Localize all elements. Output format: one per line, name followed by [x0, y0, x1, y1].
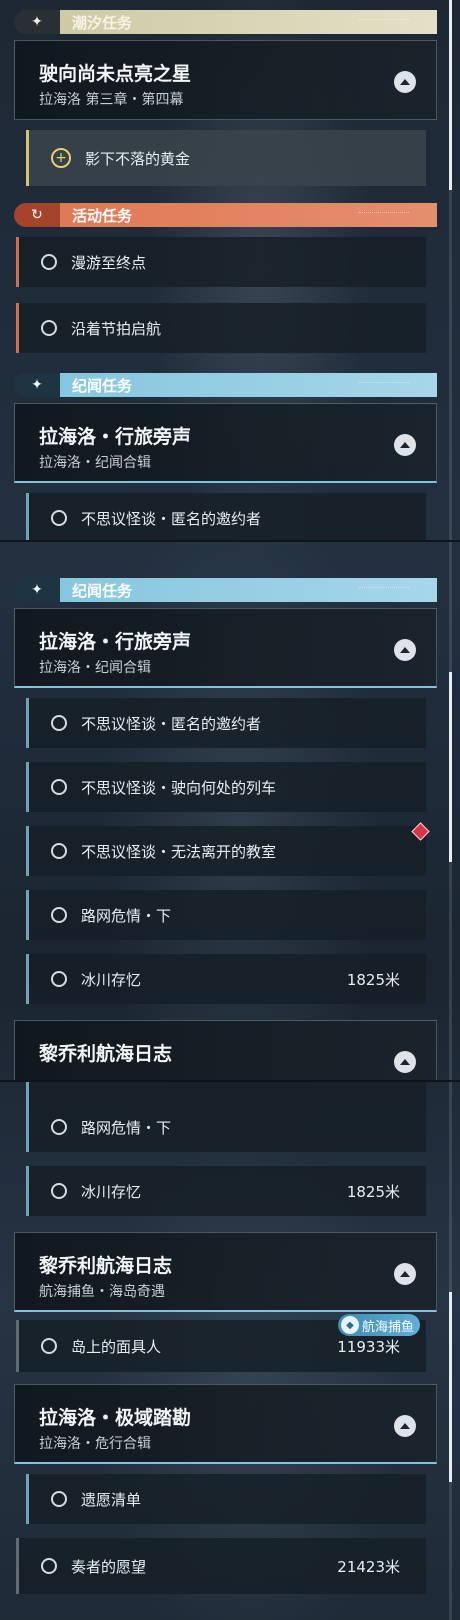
group-title: 拉海洛・极域踏勘 [39, 1407, 192, 1429]
group-subtitle: 拉海洛・纪闻合辑 [39, 660, 151, 676]
group-title: 拉海洛・行旅旁声 [39, 631, 192, 653]
scrollbar[interactable] [449, 542, 452, 1080]
quest-row-active[interactable]: + 影下不落的黄金 [26, 130, 426, 186]
quest-name: 影下不落的黄金 [85, 149, 191, 168]
group-title: 拉海洛・行旅旁声 [39, 426, 192, 448]
circle-icon [51, 510, 67, 526]
quest-name: 奏者的愿望 [71, 1557, 147, 1576]
quest-row[interactable]: 冰川存忆 1825米 [26, 954, 426, 1004]
quest-group-story[interactable]: 拉海洛・行旅旁声 拉海洛・纪闻合辑 [14, 403, 437, 483]
group-subtitle: 拉海洛・危行合辑 [39, 1436, 151, 1452]
quest-distance: 21423米 [337, 1557, 400, 1576]
category-label: 纪闻任务 [60, 373, 437, 397]
quest-name: 岛上的面具人 [71, 1337, 162, 1356]
circle-icon [41, 1338, 57, 1354]
circle-icon [51, 907, 67, 923]
group-subtitle: 航海捕鱼・海岛奇遇 [39, 1284, 165, 1300]
quest-row[interactable]: 奏者的愿望 21423米 [16, 1538, 426, 1594]
circle-icon [51, 1491, 67, 1507]
sparkle-icon: ✦ [14, 373, 60, 397]
circle-icon [41, 1558, 57, 1574]
scrollbar-thumb[interactable] [449, 672, 452, 862]
collapse-icon[interactable] [394, 639, 416, 661]
quest-group-log[interactable]: 黎乔利航海日志 [14, 1020, 437, 1080]
quest-group-tide[interactable]: 驶向尚未点亮之星 拉海洛 第三章・第四幕 [14, 40, 437, 120]
quest-row[interactable]: 不思议怪谈・无法离开的教室 [26, 826, 426, 876]
quest-row[interactable]: 不思议怪谈・匿名的邀约者 [26, 698, 426, 748]
quest-name: 不思议怪谈・驶向何处的列车 [81, 778, 277, 797]
quest-group-log[interactable]: 黎乔利航海日志 航海捕鱼・海岛奇遇 [14, 1232, 437, 1312]
quest-name: 不思议怪谈・无法离开的教室 [81, 842, 277, 861]
circle-icon [51, 843, 67, 859]
quest-name: 冰川存忆 [81, 970, 142, 989]
quest-row[interactable]: 不思议怪谈・驶向何处的列车 [26, 762, 426, 812]
scrollbar[interactable] [449, 0, 452, 540]
group-title: 驶向尚未点亮之星 [39, 63, 192, 85]
fishing-tag: ◆ 航海捕鱼 [338, 1314, 421, 1336]
circle-icon [51, 1183, 67, 1199]
quest-name: 不思议怪谈・匿名的邀约者 [81, 509, 262, 528]
circle-icon [41, 320, 57, 336]
category-label: 活动任务 [60, 203, 437, 227]
quest-row[interactable] [26, 1082, 426, 1102]
quest-group-story[interactable]: 拉海洛・行旅旁声 拉海洛・纪闻合辑 [14, 608, 437, 688]
collapse-icon[interactable] [394, 1263, 416, 1285]
scrollbar-thumb[interactable] [449, 0, 452, 190]
panel-1: ✦ 潮汐任务 驶向尚未点亮之星 拉海洛 第三章・第四幕 + 影下不落的黄金 ↻ … [0, 0, 460, 540]
group-title: 黎乔利航海日志 [39, 1255, 173, 1277]
collapse-icon[interactable] [394, 434, 416, 456]
collapse-icon[interactable] [394, 71, 416, 93]
tag-label: 航海捕鱼 [362, 1319, 415, 1335]
quest-name: 沿着节拍启航 [71, 319, 162, 338]
quest-name: 漫游至终点 [71, 253, 147, 272]
quest-row[interactable]: 路网危情・下 [26, 1102, 426, 1152]
quest-row[interactable]: 遗愿清单 [26, 1474, 426, 1524]
scrollbar-thumb[interactable] [449, 1292, 452, 1482]
category-story-header: ✦ 纪闻任务 [14, 373, 437, 397]
panel-3: 路网危情・下 冰川存忆 1825米 黎乔利航海日志 航海捕鱼・海岛奇遇 岛上的面… [0, 1082, 460, 1620]
quest-row[interactable]: 不思议怪谈・匿名的邀约者 [26, 493, 426, 540]
quest-name: 路网危情・下 [81, 906, 172, 925]
fish-icon: ◆ [341, 1316, 359, 1334]
category-label: 潮汐任务 [60, 10, 437, 34]
quest-distance: 1825米 [346, 970, 400, 989]
quest-row[interactable]: 冰川存忆 1825米 [26, 1166, 426, 1216]
quest-name: 路网危情・下 [81, 1118, 172, 1137]
group-title: 黎乔利航海日志 [39, 1043, 173, 1065]
category-story-header: ✦ 纪闻任务 [14, 578, 437, 602]
category-label: 纪闻任务 [60, 578, 437, 602]
group-subtitle: 拉海洛 第三章・第四幕 [39, 92, 184, 108]
group-subtitle: 拉海洛・纪闻合辑 [39, 455, 151, 471]
refresh-icon: ↻ [14, 203, 60, 227]
category-tide-header: ✦ 潮汐任务 [14, 10, 437, 34]
circle-icon [51, 715, 67, 731]
scrollbar[interactable] [449, 1082, 452, 1620]
quest-row[interactable]: 路网危情・下 [26, 890, 426, 940]
collapse-icon[interactable] [394, 1051, 416, 1073]
quest-distance: 11933米 [337, 1337, 400, 1356]
circle-icon [51, 971, 67, 987]
panel-2: ✦ 纪闻任务 拉海洛・行旅旁声 拉海洛・纪闻合辑 不思议怪谈・匿名的邀约者 不思… [0, 542, 460, 1080]
quest-row[interactable]: 沿着节拍启航 [16, 303, 426, 353]
sparkle-icon: ✦ [14, 578, 60, 602]
circle-icon [51, 779, 67, 795]
quest-distance: 1825米 [346, 1182, 400, 1201]
circle-icon [51, 1119, 67, 1135]
tracking-icon: + [51, 148, 71, 168]
quest-name: 冰川存忆 [81, 1182, 142, 1201]
category-event-header: ↻ 活动任务 [14, 203, 437, 227]
quest-row[interactable]: 漫游至终点 [16, 237, 426, 287]
quest-group-polar[interactable]: 拉海洛・极域踏勘 拉海洛・危行合辑 [14, 1384, 437, 1464]
quest-name: 遗愿清单 [81, 1490, 142, 1509]
collapse-icon[interactable] [394, 1415, 416, 1437]
circle-icon [41, 254, 57, 270]
sparkle-icon: ✦ [14, 10, 60, 34]
quest-name: 不思议怪谈・匿名的邀约者 [81, 714, 262, 733]
